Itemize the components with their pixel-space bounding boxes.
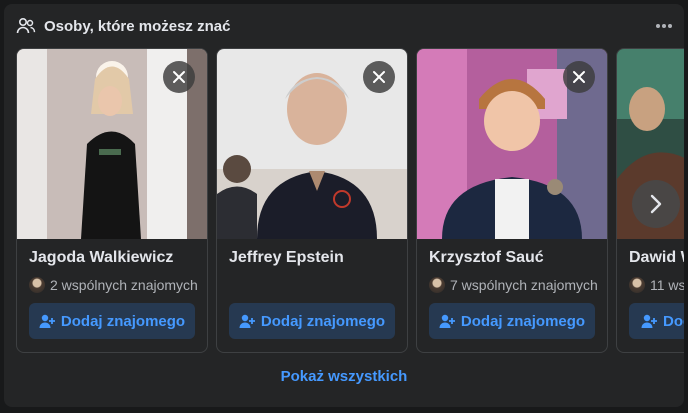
add-friend-label: Dodaj znajomego [260, 312, 386, 330]
profile-photo[interactable] [217, 49, 407, 239]
remove-suggestion-button[interactable] [563, 61, 595, 93]
more-options-button[interactable] [654, 16, 674, 36]
profile-photo[interactable] [417, 49, 607, 239]
add-friend-icon [641, 314, 657, 328]
person-name[interactable]: Jeffrey Epstein [229, 249, 405, 267]
mutual-friends-label: 2 wspólnych znajomych [50, 277, 198, 293]
chevron-right-icon [650, 194, 662, 214]
show-all-link[interactable]: Pokaż wszystkich [4, 368, 684, 385]
suggestions-carousel: Jagoda Walkiewicz 2 wspólnych znajomych … [16, 48, 684, 355]
add-friend-button[interactable]: Dodaj [629, 303, 684, 339]
remove-suggestion-button[interactable] [163, 61, 195, 93]
suggestion-card[interactable]: Jeffrey Epstein Dodaj znajomego [216, 48, 408, 353]
person-name[interactable]: Dawid W [629, 249, 684, 267]
mutual-friends[interactable]: 7 wspólnych znajomych [429, 275, 607, 295]
mutual-friends-label: 11 wsp [650, 277, 684, 293]
add-friend-label: Dodaj znajomego [460, 312, 586, 330]
add-friend-icon [239, 314, 255, 328]
section-title: Osoby, które możesz znać [44, 17, 231, 35]
mutual-friend-avatar [29, 277, 45, 293]
carousel-next-button[interactable] [632, 180, 680, 228]
profile-photo[interactable] [17, 49, 207, 239]
people-you-may-know-panel: Osoby, które możesz znać Jagoda Walkiewi… [4, 4, 684, 407]
add-friend-icon [439, 314, 455, 328]
close-icon [173, 71, 185, 83]
mutual-friends[interactable]: 11 wsp [629, 275, 684, 295]
add-friend-button[interactable]: Dodaj znajomego [29, 303, 195, 339]
add-friend-label: Dodaj [663, 312, 684, 330]
person-name[interactable]: Krzysztof Sauć [429, 249, 605, 267]
add-friend-label: Dodaj znajomego [60, 312, 186, 330]
mutual-friends-label: 7 wspólnych znajomych [450, 277, 598, 293]
add-friend-button[interactable]: Dodaj znajomego [229, 303, 395, 339]
add-friend-button[interactable]: Dodaj znajomego [429, 303, 595, 339]
add-friend-icon [39, 314, 55, 328]
person-name[interactable]: Jagoda Walkiewicz [29, 249, 205, 267]
ellipsis-icon [656, 24, 660, 28]
suggestion-card[interactable]: Krzysztof Sauć 7 wspólnych znajomych Dod… [416, 48, 608, 353]
mutual-friends[interactable]: 2 wspólnych znajomych [29, 275, 207, 295]
people-icon [16, 16, 36, 36]
close-icon [373, 71, 385, 83]
mutual-friend-avatar [629, 277, 645, 293]
section-header: Osoby, które możesz znać [16, 16, 230, 36]
mutual-friend-avatar [429, 277, 445, 293]
suggestion-card[interactable]: Jagoda Walkiewicz 2 wspólnych znajomych … [16, 48, 208, 353]
close-icon [573, 71, 585, 83]
remove-suggestion-button[interactable] [363, 61, 395, 93]
